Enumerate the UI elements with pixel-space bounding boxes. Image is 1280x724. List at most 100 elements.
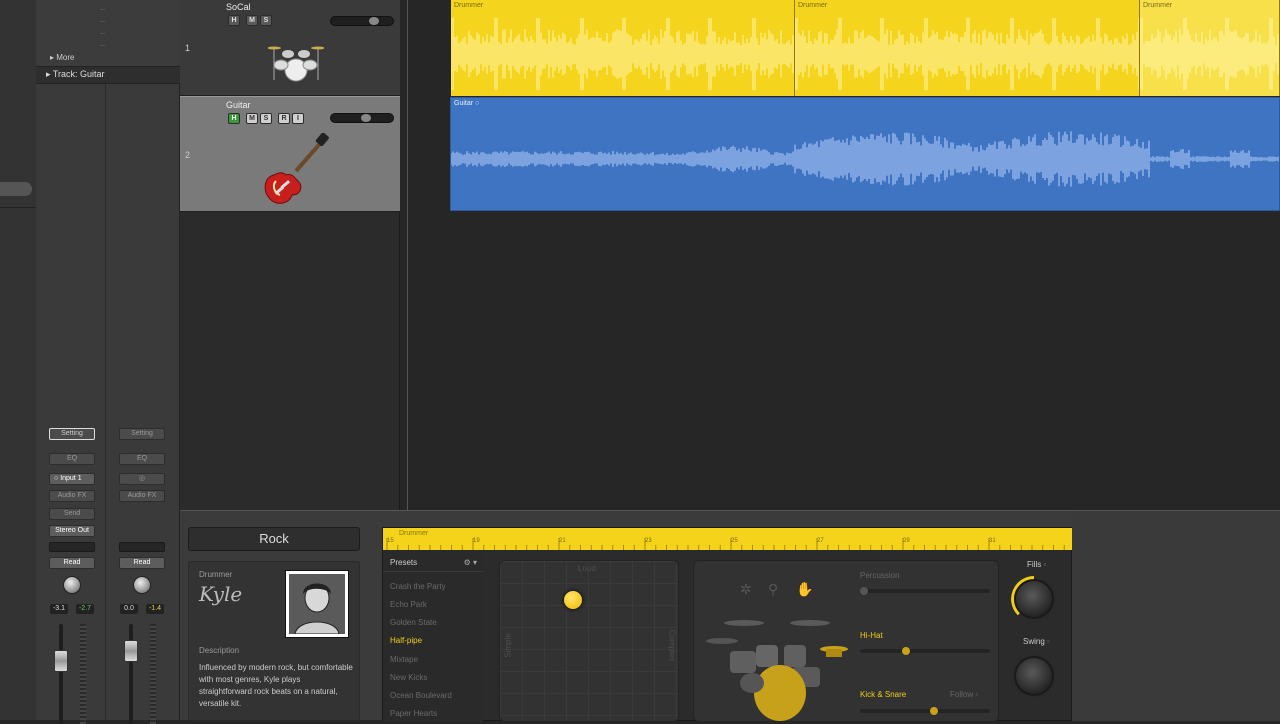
drummer-region[interactable]: Drummer bbox=[1140, 0, 1280, 96]
input-button[interactable]: ○ Input 1 bbox=[49, 473, 95, 485]
group-slot[interactable] bbox=[119, 542, 165, 552]
drummer-portrait[interactable] bbox=[285, 570, 349, 638]
track-name[interactable]: SoCal bbox=[226, 2, 251, 12]
percussion-slider[interactable] bbox=[860, 587, 990, 595]
library-tab[interactable] bbox=[0, 182, 32, 196]
mute-button[interactable]: M bbox=[246, 15, 258, 26]
percussion-slider-thumb[interactable] bbox=[860, 587, 868, 595]
record-enable-button[interactable]: R bbox=[278, 113, 290, 124]
volume-fader-track[interactable] bbox=[59, 624, 63, 724]
drummer-region[interactable]: Drummer bbox=[795, 0, 1140, 96]
volume-thumb[interactable] bbox=[361, 114, 371, 122]
follow-checkbox[interactable]: ▫ bbox=[975, 690, 978, 699]
percussion-label: Percussion bbox=[860, 571, 900, 580]
preset-item[interactable]: Paper Hearts bbox=[390, 709, 437, 718]
electric-guitar-icon bbox=[264, 133, 329, 204]
waveform-path bbox=[795, 18, 1139, 90]
drum-kit-icon bbox=[268, 46, 324, 82]
description-label: Description bbox=[199, 646, 240, 655]
headphones-button[interactable]: H bbox=[228, 15, 240, 26]
lock-icon[interactable]: ▫ bbox=[1043, 560, 1046, 569]
kick-snare-slider-thumb[interactable] bbox=[930, 707, 938, 715]
track-volume-slider[interactable] bbox=[330, 113, 394, 123]
setting-button[interactable]: Setting bbox=[119, 428, 165, 440]
hihat-slider-thumb[interactable] bbox=[902, 647, 910, 655]
setting-button[interactable]: Setting bbox=[49, 428, 95, 440]
mute-button[interactable]: M bbox=[246, 113, 258, 124]
complex-label: Complex bbox=[667, 629, 677, 662]
drummer-region[interactable]: Drummer bbox=[451, 0, 795, 96]
gear-icon[interactable]: ⚙ ▾ bbox=[464, 558, 477, 567]
swing-knob[interactable] bbox=[1014, 656, 1054, 696]
drummer-info-panel: Rock Drummer Kyle Description Influenced… bbox=[188, 527, 360, 721]
clap-icon[interactable]: ✋ bbox=[796, 581, 813, 598]
preset-item[interactable]: New Kicks bbox=[390, 673, 427, 682]
output-button[interactable]: Stereo Out bbox=[49, 525, 95, 537]
track-inspector-header[interactable]: ▸ Track: Guitar bbox=[36, 66, 180, 84]
pan-knob[interactable] bbox=[133, 576, 151, 594]
eq-button[interactable]: EQ bbox=[49, 453, 95, 465]
preset-item[interactable]: Golden State bbox=[390, 618, 437, 627]
shaker-icon[interactable]: ⚲ bbox=[768, 581, 778, 598]
region-label: Drummer bbox=[454, 2, 484, 9]
track-number: 1 bbox=[185, 43, 191, 53]
input-icon: ○ bbox=[54, 475, 59, 482]
track-header-socal[interactable]: 1 SoCal H M S bbox=[180, 0, 400, 96]
waveform-path bbox=[451, 18, 794, 90]
send-slot[interactable]: Send bbox=[49, 508, 95, 520]
volume-fader-handle[interactable] bbox=[54, 650, 68, 672]
more-disclosure[interactable]: ▸ More bbox=[50, 53, 74, 62]
input-monitor-button[interactable]: I bbox=[292, 113, 304, 124]
drum-kit-visual bbox=[706, 620, 848, 721]
drummer-card: Drummer Kyle Description Influenced by m… bbox=[188, 561, 360, 721]
preset-item-active[interactable]: Half-pipe bbox=[390, 636, 422, 645]
track-header-guitar[interactable]: 2 Guitar H M S R I bbox=[180, 96, 400, 212]
preset-item[interactable]: Ocean Boulevard bbox=[390, 691, 452, 700]
automation-button[interactable]: Read bbox=[119, 557, 165, 569]
preset-item[interactable]: Mixtape bbox=[390, 655, 418, 664]
volume-thumb[interactable] bbox=[369, 17, 379, 25]
track-name[interactable]: Guitar bbox=[226, 100, 251, 110]
editor-ruler[interactable]: Drummer 15 19 21 23 25 27 29 31 bbox=[383, 528, 1073, 550]
ruler-number: 19 bbox=[473, 538, 480, 544]
ruler-number: 15 bbox=[387, 538, 394, 544]
fills-swing-controls: Fills ▫ Swing ▫ bbox=[1003, 550, 1073, 722]
solo-button[interactable]: S bbox=[260, 15, 272, 26]
guitar-region[interactable]: Guitar ○ bbox=[450, 97, 1280, 211]
automation-button[interactable]: Read bbox=[49, 557, 95, 569]
pan-knob[interactable] bbox=[63, 576, 81, 594]
track-divider[interactable] bbox=[400, 0, 408, 510]
level-meter bbox=[80, 624, 86, 724]
volume-fader-handle[interactable] bbox=[124, 640, 138, 662]
channel-strip-1: Setting EQ ○ Input 1 Audio FX Send Stere… bbox=[36, 84, 106, 724]
handle-dots: ·· bbox=[100, 5, 106, 14]
solo-button[interactable]: S bbox=[260, 113, 272, 124]
preset-item[interactable]: Echo Park bbox=[390, 600, 427, 609]
audio-fx-slot[interactable]: Audio FX bbox=[49, 490, 95, 502]
track-volume-slider[interactable] bbox=[330, 16, 394, 26]
ruler-number: 29 bbox=[903, 538, 910, 544]
tambourine-icon[interactable]: ✲ bbox=[740, 581, 752, 598]
drummer-name: Kyle bbox=[199, 582, 243, 606]
track-inspector-label: Track: Guitar bbox=[52, 69, 105, 79]
group-slot[interactable] bbox=[49, 542, 95, 552]
input-label: Input 1 bbox=[60, 475, 82, 482]
pad-puck[interactable] bbox=[564, 591, 582, 609]
loop-icon: ○ bbox=[475, 100, 480, 107]
region-label: Drummer bbox=[1143, 2, 1173, 9]
eq-button[interactable]: EQ bbox=[119, 453, 165, 465]
genre-button[interactable]: Rock bbox=[188, 527, 360, 551]
link-button[interactable]: ◎ bbox=[119, 473, 165, 485]
follow-text: Follow bbox=[950, 690, 974, 699]
audio-fx-slot[interactable]: Audio FX bbox=[119, 490, 165, 502]
headphones-button[interactable]: H bbox=[228, 113, 240, 124]
hihat-slider[interactable] bbox=[860, 647, 990, 655]
fills-knob[interactable] bbox=[1014, 579, 1054, 619]
complexity-loudness-pad[interactable]: Loud Simple Complex bbox=[499, 560, 679, 722]
kick-snare-slider[interactable] bbox=[860, 707, 990, 715]
volume-fader-track[interactable] bbox=[129, 624, 133, 724]
lock-icon[interactable]: ▫ bbox=[1047, 637, 1050, 646]
preset-item[interactable]: Crash the Party bbox=[390, 582, 446, 591]
fills-label: Fills ▫ bbox=[1027, 560, 1046, 569]
tracks-area[interactable]: Drummer Drummer Drummer Guitar ○ bbox=[408, 0, 1280, 510]
